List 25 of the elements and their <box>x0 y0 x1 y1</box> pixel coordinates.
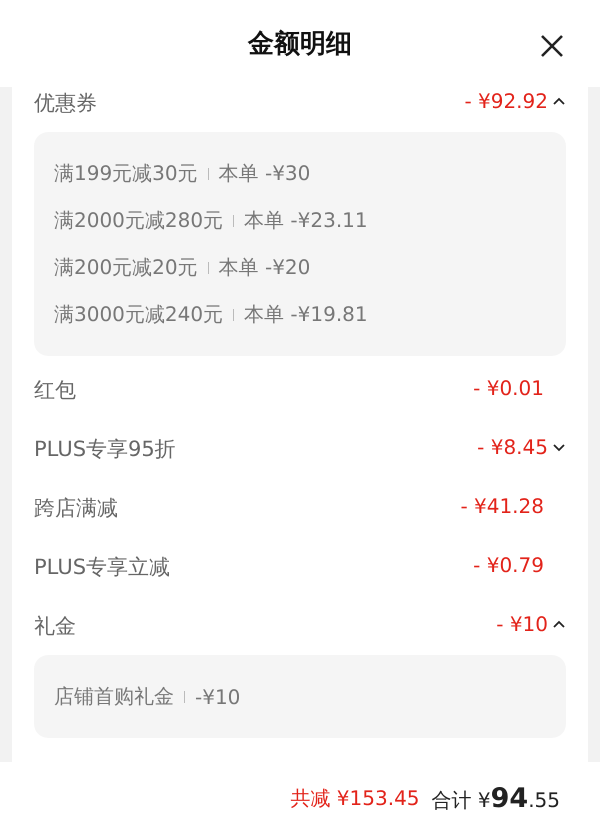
discount-label: PLUS专享95折 <box>34 436 176 463</box>
detail-amount: -¥10 <box>195 684 240 708</box>
detail-label: 满199元减30元 <box>54 160 198 187</box>
discount-label: PLUS专享立减 <box>34 554 170 581</box>
dialog-title: 金额明细 <box>248 28 352 61</box>
discount-label: 红包 <box>34 377 76 404</box>
discount-amount: - ¥0.01 <box>473 376 544 400</box>
discount-label: 礼金 <box>34 613 76 640</box>
detail-label: 满3000元减240元 <box>54 301 224 328</box>
detail-amount: 本单 -¥20 <box>218 254 310 281</box>
total-saved: 共减 ¥153.45 <box>290 785 420 812</box>
detail-amount: 本单 -¥30 <box>218 160 310 187</box>
detail-amount: 本单 -¥23.11 <box>244 207 368 234</box>
discount-amount: - ¥8.45 <box>477 435 548 459</box>
discount-label: 跨店满减 <box>34 495 118 522</box>
detail-amount: 本单 -¥19.81 <box>244 301 368 328</box>
discount-amount: - ¥0.79 <box>473 553 544 577</box>
total-price: 合计 ¥94.55 <box>432 783 560 814</box>
detail-label: 满2000元减280元 <box>54 207 224 234</box>
discount-amount: - ¥41.28 <box>460 494 544 518</box>
discount-amount: - ¥10 <box>496 612 548 636</box>
detail-label: 满200元减20元 <box>54 254 198 281</box>
detail-label: 店铺首购礼金 <box>54 683 174 710</box>
discount-amount: - ¥92.92 <box>464 89 548 113</box>
discount-label: 优惠券 <box>34 90 97 117</box>
